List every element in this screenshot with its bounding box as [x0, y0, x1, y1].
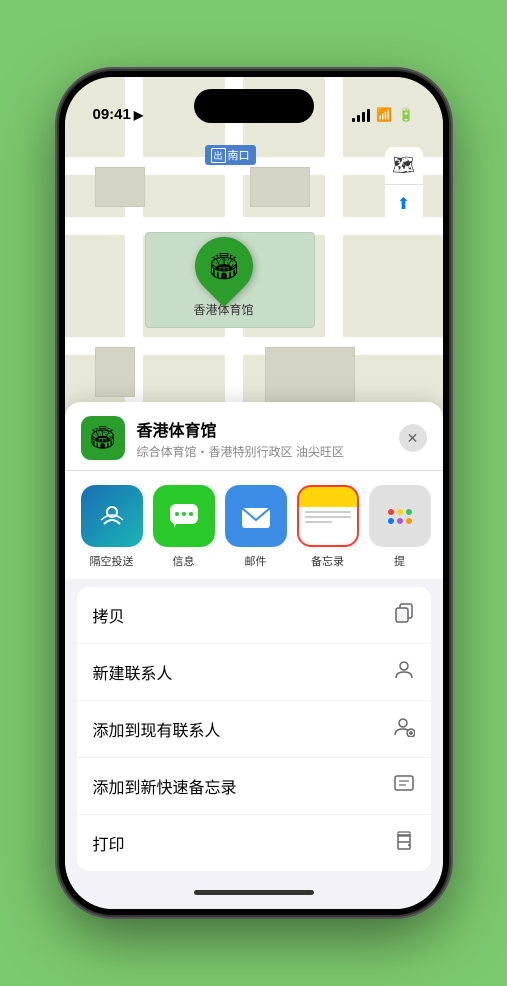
action-print[interactable]: 打印 — [77, 815, 431, 871]
notes-label: 备忘录 — [311, 553, 344, 569]
venue-name: 香港体育馆 — [137, 417, 387, 441]
messages-label: 信息 — [173, 553, 195, 569]
status-time: 09:41 ▶ — [93, 106, 144, 123]
action-copy-label: 拷贝 — [93, 603, 125, 627]
signal-icon — [352, 108, 370, 122]
phone-frame: 09:41 ▶ 📶 🔋 — [59, 71, 449, 915]
location-icon: ▶ — [134, 108, 143, 122]
share-item-notes[interactable]: 备忘录 — [297, 485, 359, 569]
phone-screen: 09:41 ▶ 📶 🔋 — [65, 77, 443, 909]
airdrop-icon — [81, 485, 143, 547]
notes-icon — [297, 485, 359, 547]
share-item-messages[interactable]: 信息 — [153, 485, 215, 569]
mail-label: 邮件 — [245, 553, 267, 569]
new-contact-icon — [393, 658, 415, 686]
action-new-contact-label: 新建联系人 — [93, 660, 173, 684]
map-type-button[interactable]: 🗺 — [385, 147, 423, 185]
print-icon — [393, 829, 415, 857]
venue-desc: 综合体育馆・香港特别行政区 油尖旺区 — [137, 443, 387, 460]
venue-pin: 🏟 香港体育馆 — [194, 237, 254, 318]
mail-icon — [225, 485, 287, 547]
share-item-more[interactable]: 提 — [369, 485, 431, 569]
status-icons: 📶 🔋 — [352, 107, 414, 123]
action-print-label: 打印 — [93, 831, 125, 855]
home-indicator — [65, 875, 443, 909]
quick-note-icon — [393, 772, 415, 800]
share-item-mail[interactable]: 邮件 — [225, 485, 287, 569]
action-add-contact-label: 添加到现有联系人 — [93, 717, 221, 741]
battery-icon: 🔋 — [398, 107, 414, 123]
action-add-contact[interactable]: 添加到现有联系人 — [77, 701, 431, 758]
wifi-icon: 📶 — [376, 107, 392, 123]
map-south-label: 出 南口 — [205, 145, 256, 165]
venue-info: 香港体育馆 综合体育馆・香港特别行政区 油尖旺区 — [137, 417, 387, 460]
home-bar — [194, 890, 314, 895]
airdrop-label: 隔空投送 — [90, 553, 134, 569]
action-copy[interactable]: 拷贝 — [77, 587, 431, 644]
sheet-header: 🏟 香港体育馆 综合体育馆・香港特别行政区 油尖旺区 ✕ — [65, 402, 443, 471]
venue-pin-icon: 🏟 — [207, 251, 240, 282]
share-row: 隔空投送 信息 — [65, 471, 443, 579]
copy-icon — [393, 601, 415, 629]
location-button[interactable]: ⬆ — [385, 185, 423, 223]
bottom-sheet: 🏟 香港体育馆 综合体育馆・香港特别行政区 油尖旺区 ✕ — [65, 402, 443, 909]
notes-icon-container — [297, 485, 359, 547]
close-button[interactable]: ✕ — [399, 424, 427, 452]
venue-icon: 🏟 — [81, 416, 125, 460]
action-quick-note-label: 添加到新快速备忘录 — [93, 774, 237, 798]
map-controls: 🗺 ⬆ — [385, 147, 423, 223]
action-quick-note[interactable]: 添加到新快速备忘录 — [77, 758, 431, 815]
action-new-contact[interactable]: 新建联系人 — [77, 644, 431, 701]
share-item-airdrop[interactable]: 隔空投送 — [81, 485, 143, 569]
messages-icon — [153, 485, 215, 547]
more-label: 提 — [394, 553, 405, 569]
action-list: 拷贝 新建联系人 — [77, 587, 431, 871]
dynamic-island — [194, 89, 314, 123]
add-contact-icon — [393, 715, 415, 743]
more-icon — [369, 485, 431, 547]
